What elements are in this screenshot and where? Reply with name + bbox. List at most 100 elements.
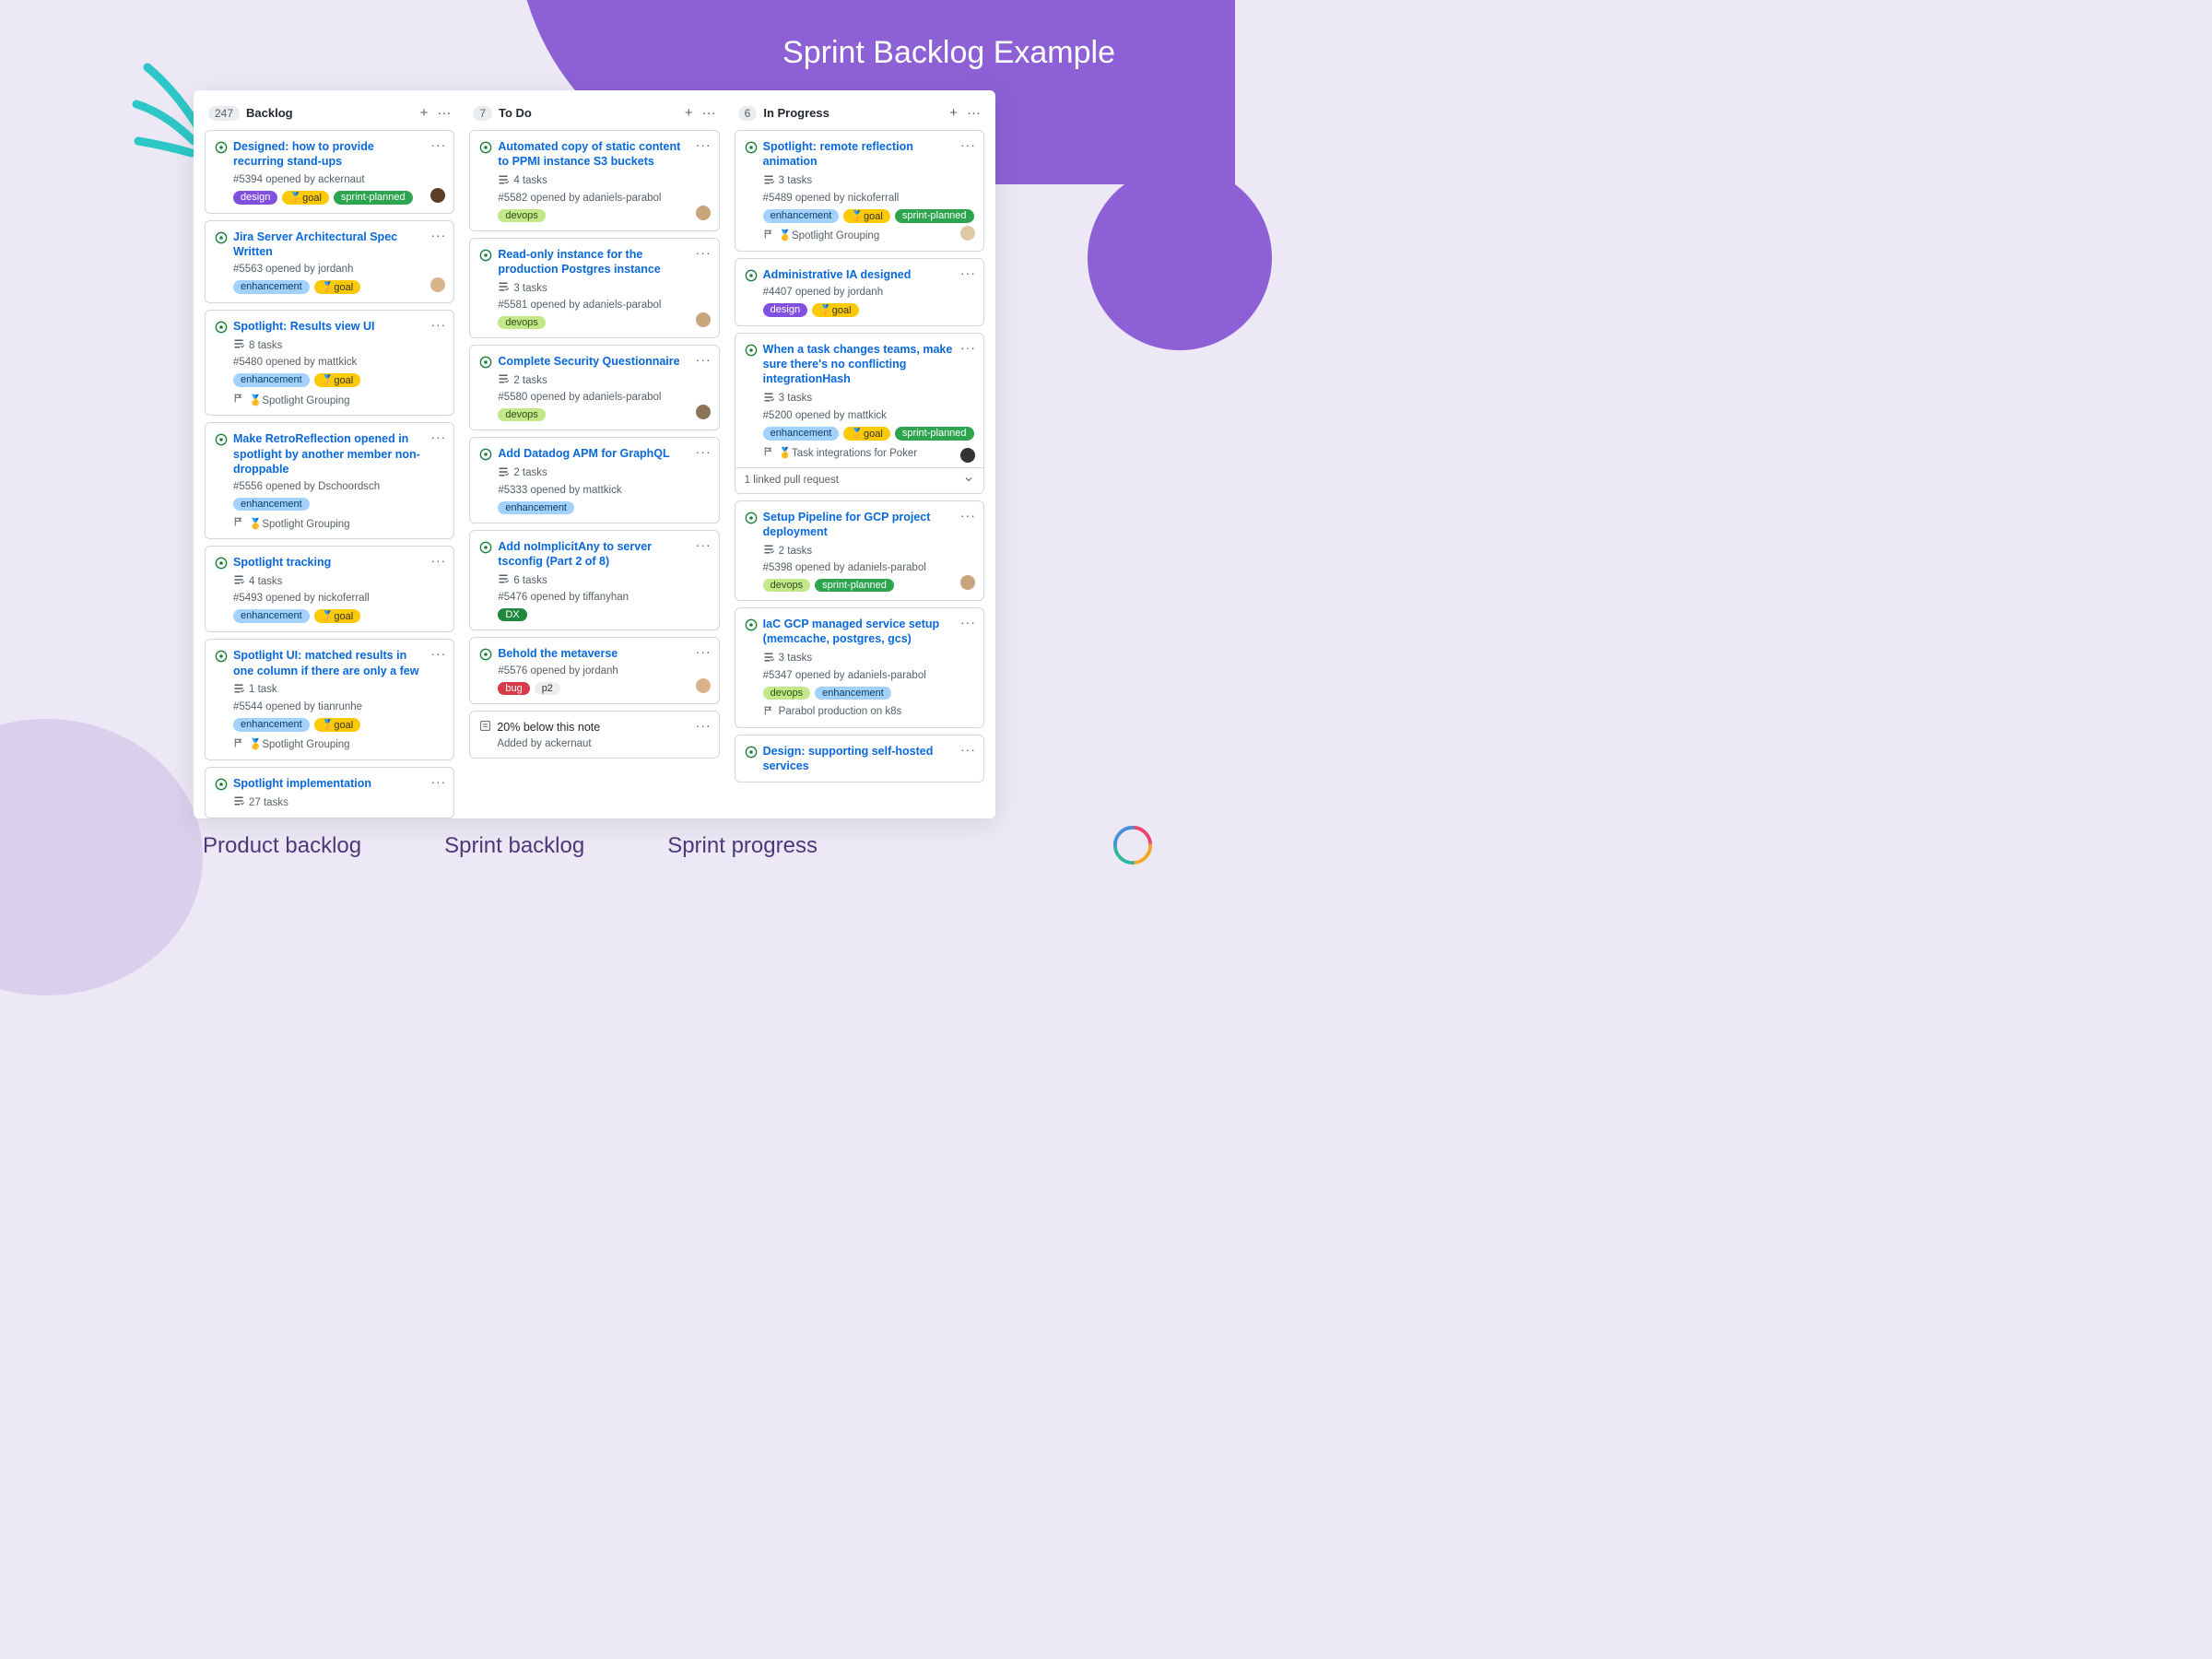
issue-card[interactable]: ··· Design: supporting self-hosted servic… [735,735,984,783]
card-title[interactable]: Behold the metaverse [498,646,618,661]
milestone[interactable]: 🥇Task integrations for Poker [763,446,974,460]
label-enhancement[interactable]: enhancement [233,718,310,732]
label-enhancement[interactable]: enhancement [233,373,310,387]
card-title[interactable]: When a task changes teams, make sure the… [763,342,954,387]
card-title[interactable]: Automated copy of static content to PPMI… [498,139,688,170]
card-title[interactable]: Designed: how to provide recurring stand… [233,139,424,170]
card-title[interactable]: Complete Security Questionnaire [498,354,679,369]
column-menu-icon[interactable]: ··· [437,105,451,121]
issue-card[interactable]: ··· Designed: how to provide recurring st… [205,130,454,214]
milestone[interactable]: 🥇Spotlight Grouping [233,737,444,751]
label-bug[interactable]: bug [498,682,529,695]
label-enhancement[interactable]: enhancement [498,501,574,514]
label-sprint-planned[interactable]: sprint-planned [895,209,974,223]
assignee-avatar[interactable] [959,225,976,241]
card-title[interactable]: Design: supporting self-hosted services [763,744,954,774]
milestone[interactable]: 🥇Spotlight Grouping [763,229,974,242]
assignee-avatar[interactable] [959,574,976,591]
issue-card[interactable]: ···Administrative IA designed#4407 opene… [735,258,984,326]
card-title[interactable]: Spotlight: remote reflection animation [763,139,954,170]
label-goal[interactable]: 🥇goal [812,303,859,317]
label-sprint-planned[interactable]: sprint-planned [815,579,894,592]
linked-pr-row[interactable]: 1 linked pull request [735,467,983,493]
label-devops[interactable]: devops [763,579,810,592]
assignee-avatar[interactable] [959,447,976,464]
label-p2[interactable]: p2 [535,682,560,695]
card-menu-icon[interactable]: ··· [430,137,446,152]
card-menu-icon[interactable]: ··· [430,646,446,661]
issue-card[interactable]: ···Add Datadog APM for GraphQL2 tasks#53… [469,437,719,523]
card-title[interactable]: Administrative IA designed [763,267,912,282]
label-devops[interactable]: devops [498,316,545,329]
card-title[interactable]: IaC GCP managed service setup (memcache,… [763,617,954,647]
issue-card[interactable]: ···Jira Server Architectural Spec Writte… [205,220,454,304]
card-menu-icon[interactable]: ··· [430,228,446,242]
assignee-avatar[interactable] [695,677,712,694]
card-title[interactable]: Add Datadog APM for GraphQL [498,446,669,461]
card-title[interactable]: Read-only instance for the production Po… [498,247,688,277]
label-goal[interactable]: 🥇goal [282,191,329,205]
card-menu-icon[interactable]: ··· [696,644,712,659]
issue-card[interactable]: ··· Setup Pipeline for GCP project deploy… [735,500,984,602]
column-menu-icon[interactable]: ··· [702,105,716,121]
assignee-avatar[interactable] [695,312,712,328]
label-goal[interactable]: 🥇goal [843,209,890,223]
label-devops[interactable]: devops [498,408,545,421]
label-devops[interactable]: devops [763,687,810,700]
issue-card[interactable]: ···Spotlight UI: matched results in one … [205,639,454,760]
card-menu-icon[interactable]: ··· [960,742,976,757]
add-card-icon[interactable]: + [685,105,693,121]
label-enhancement[interactable]: enhancement [233,498,310,511]
card-menu-icon[interactable]: ··· [960,615,976,629]
card-title[interactable]: Setup Pipeline for GCP project deploymen… [763,510,954,540]
card-menu-icon[interactable]: ··· [696,352,712,367]
note-card[interactable]: ···20% below this noteAdded by ackernaut [469,711,719,759]
label-sprint-planned[interactable]: sprint-planned [334,191,413,205]
issue-card[interactable]: ···Add noImplicitAny to server tsconfig … [469,530,719,631]
label-devops[interactable]: devops [498,209,545,222]
label-goal[interactable]: 🥇goal [314,280,361,294]
label-enhancement[interactable]: enhancement [763,427,840,441]
issue-card[interactable]: ···Spotlight implementation27 tasks [205,767,454,818]
issue-card[interactable]: ···Complete Security Questionnaire2 task… [469,345,719,430]
card-menu-icon[interactable]: ··· [696,444,712,459]
label-sprint-planned[interactable]: sprint-planned [895,427,974,441]
card-title[interactable]: Spotlight implementation [233,776,371,791]
issue-card[interactable]: ··· Make RetroReflection opened in spotli… [205,422,454,539]
card-menu-icon[interactable]: ··· [960,137,976,152]
column-menu-icon[interactable]: ··· [967,105,981,121]
add-card-icon[interactable]: + [420,105,429,121]
add-card-icon[interactable]: + [949,105,958,121]
card-title[interactable]: Make RetroReflection opened in spotlight… [233,431,424,477]
card-title[interactable]: Spotlight: Results view UI [233,319,375,334]
issue-card[interactable]: ···Automated copy of static content to P… [469,130,719,231]
assignee-avatar[interactable] [429,187,446,204]
issue-card[interactable]: ··· Read-only instance for the production… [469,238,719,339]
issue-card[interactable]: ··· IaC GCP managed service setup (memcac… [735,607,984,728]
issue-card[interactable]: ···Behold the metaverse#5576 opened by j… [469,637,719,704]
issue-card[interactable]: ···Spotlight tracking4 tasks#5493 opened… [205,546,454,632]
issue-card[interactable]: ···Spotlight: Results view UI8 tasks#548… [205,310,454,416]
card-menu-icon[interactable]: ··· [430,774,446,789]
card-menu-icon[interactable]: ··· [430,317,446,332]
milestone[interactable]: Parabol production on k8s [763,705,974,719]
label-enhancement[interactable]: enhancement [815,687,891,700]
label-design[interactable]: design [233,191,277,205]
label-enhancement[interactable]: enhancement [233,280,310,294]
card-menu-icon[interactable]: ··· [960,508,976,523]
card-menu-icon[interactable]: ··· [430,429,446,444]
card-menu-icon[interactable]: ··· [960,265,976,280]
label-goal[interactable]: 🥇goal [314,609,361,623]
issue-card[interactable]: ··· Spotlight: remote reflection animatio… [735,130,984,252]
card-menu-icon[interactable]: ··· [696,245,712,260]
label-enhancement[interactable]: enhancement [233,609,310,623]
label-design[interactable]: design [763,303,807,317]
milestone[interactable]: 🥇Spotlight Grouping [233,393,444,406]
label-goal[interactable]: 🥇goal [843,427,890,441]
card-title[interactable]: Add noImplicitAny to server tsconfig (Pa… [498,539,688,570]
card-menu-icon[interactable]: ··· [430,553,446,568]
label-DX[interactable]: DX [498,608,526,621]
milestone[interactable]: 🥇Spotlight Grouping [233,516,444,530]
card-menu-icon[interactable]: ··· [696,718,712,733]
label-enhancement[interactable]: enhancement [763,209,840,223]
